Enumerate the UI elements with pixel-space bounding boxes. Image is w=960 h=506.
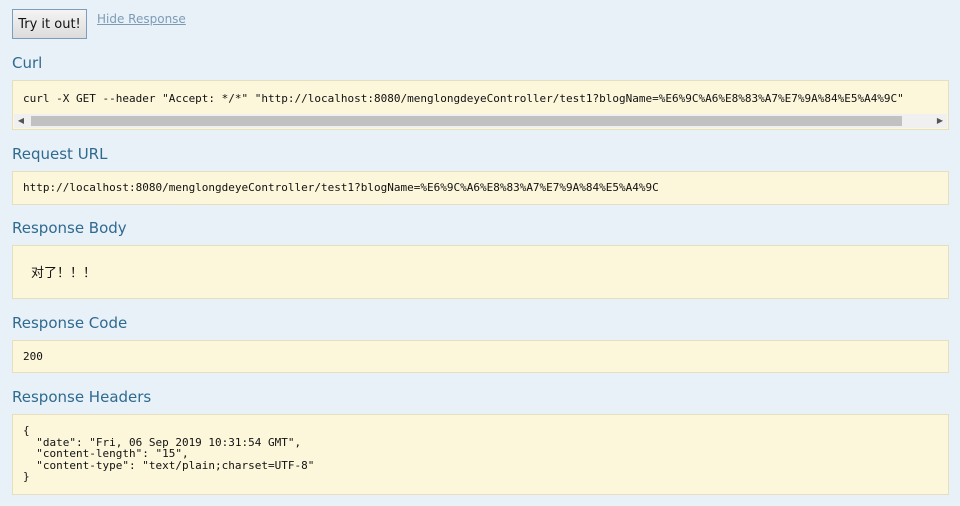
scroll-thumb[interactable]: [31, 116, 902, 126]
curl-title: Curl: [12, 54, 43, 72]
scroll-right-icon[interactable]: ▶: [933, 114, 947, 128]
response-headers-block: { "date": "Fri, 06 Sep 2019 10:31:54 GMT…: [12, 414, 949, 495]
action-row: Try it out! Hide Response: [12, 9, 186, 39]
hide-response-link[interactable]: Hide Response: [97, 12, 186, 26]
request-url-block: http://localhost:8080/menglongdeyeContro…: [12, 171, 949, 205]
response-code-title: Response Code: [12, 314, 128, 332]
response-body-value: 对了！！！: [31, 266, 97, 281]
response-code-value: 200: [23, 350, 43, 363]
curl-block: curl -X GET --header "Accept: */*" "http…: [12, 80, 949, 130]
response-body-block: 对了！！！: [12, 245, 949, 299]
response-headers-title: Response Headers: [12, 388, 152, 406]
response-code-block: 200: [12, 340, 949, 373]
scroll-left-icon[interactable]: ◀: [14, 114, 28, 128]
request-url-value: http://localhost:8080/menglongdeyeContro…: [23, 181, 659, 194]
response-headers-value: { "date": "Fri, 06 Sep 2019 10:31:54 GMT…: [23, 424, 315, 483]
try-it-out-button[interactable]: Try it out!: [12, 9, 87, 39]
response-body-title: Response Body: [12, 219, 127, 237]
curl-horizontal-scrollbar[interactable]: ◀ ▶: [14, 114, 947, 128]
curl-command: curl -X GET --header "Accept: */*" "http…: [23, 92, 904, 105]
request-url-title: Request URL: [12, 145, 108, 163]
swagger-response-panel: Try it out! Hide Response Curl curl -X G…: [0, 0, 960, 506]
